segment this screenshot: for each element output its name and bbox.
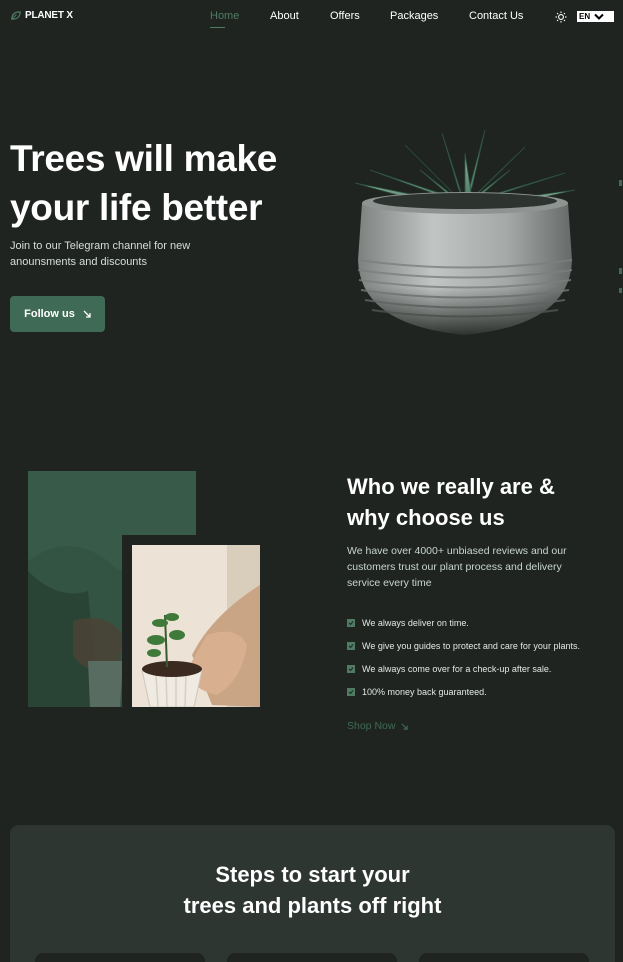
nav-link-home[interactable]: Home	[210, 10, 239, 22]
nav-link-about[interactable]: About	[270, 10, 299, 22]
leaf-icon	[11, 11, 21, 20]
hero-subtitle: Join to our Telegram channel for new ano…	[10, 240, 191, 268]
list-item: We always deliver on time.	[347, 611, 617, 634]
checklist-text: 100% money back guaranteed.	[362, 686, 487, 697]
about-title-line-2: why choose us	[347, 505, 505, 530]
nav-link-packages[interactable]: Packages	[390, 10, 438, 22]
chevron-down-icon	[594, 13, 604, 20]
checklist-text: We give you guides to protect and care f…	[362, 640, 580, 651]
arrow-down-right-icon	[401, 722, 409, 730]
follow-us-button[interactable]: Follow us	[10, 296, 105, 332]
nav-link-contact[interactable]: Contact Us	[469, 10, 523, 22]
step-card	[35, 953, 205, 962]
active-nav-indicator	[210, 27, 225, 28]
checkbox-icon	[347, 687, 355, 696]
sun-icon[interactable]	[555, 11, 567, 23]
arrow-down-right-icon	[83, 310, 91, 318]
about-description: We have over 4000+ unbiased reviews and …	[347, 545, 567, 589]
hero-title-line-2: your life better	[10, 187, 263, 228]
nav-link-offers[interactable]: Offers	[330, 10, 360, 22]
shop-now-label: Shop Now	[347, 720, 396, 732]
hands-with-seedling-photo	[122, 535, 260, 707]
brand-logo[interactable]: PLANET X	[10, 10, 73, 21]
side-social-icons	[619, 180, 622, 293]
list-item: 100% money back guaranteed.	[347, 680, 617, 703]
shop-now-link[interactable]: Shop Now	[347, 720, 409, 732]
top-navigation: PLANET X Home About Offers Packages Cont…	[0, 0, 623, 34]
checkbox-icon	[347, 664, 355, 673]
language-value: EN	[579, 12, 591, 21]
steps-title-line-2: trees and plants off right	[183, 893, 442, 918]
about-title-line-1: Who we really are &	[347, 474, 555, 499]
language-select[interactable]: EN	[577, 11, 614, 22]
steps-title: Steps to start your trees and plants off…	[10, 859, 615, 921]
hero-title-line-1: Trees will make	[10, 138, 278, 179]
checklist-text: We always deliver on time.	[362, 617, 469, 628]
steps-title-line-1: Steps to start your	[215, 862, 410, 887]
checkbox-icon	[347, 641, 355, 650]
step-card	[227, 953, 397, 962]
succulent-pot-image	[350, 125, 580, 340]
checkbox-icon	[347, 618, 355, 627]
steps-section: Steps to start your trees and plants off…	[10, 825, 615, 962]
about-title: Who we really are & why choose us	[347, 471, 607, 533]
follow-us-label: Follow us	[24, 308, 75, 320]
features-checklist: We always deliver on time. We give you g…	[347, 611, 617, 703]
brand-name: PLANET X	[25, 10, 73, 21]
list-item: We give you guides to protect and care f…	[347, 634, 617, 657]
checklist-text: We always come over for a check-up after…	[362, 663, 552, 674]
step-card	[419, 953, 589, 962]
hero-title: Trees will make your life better	[10, 134, 330, 232]
list-item: We always come over for a check-up after…	[347, 657, 617, 680]
